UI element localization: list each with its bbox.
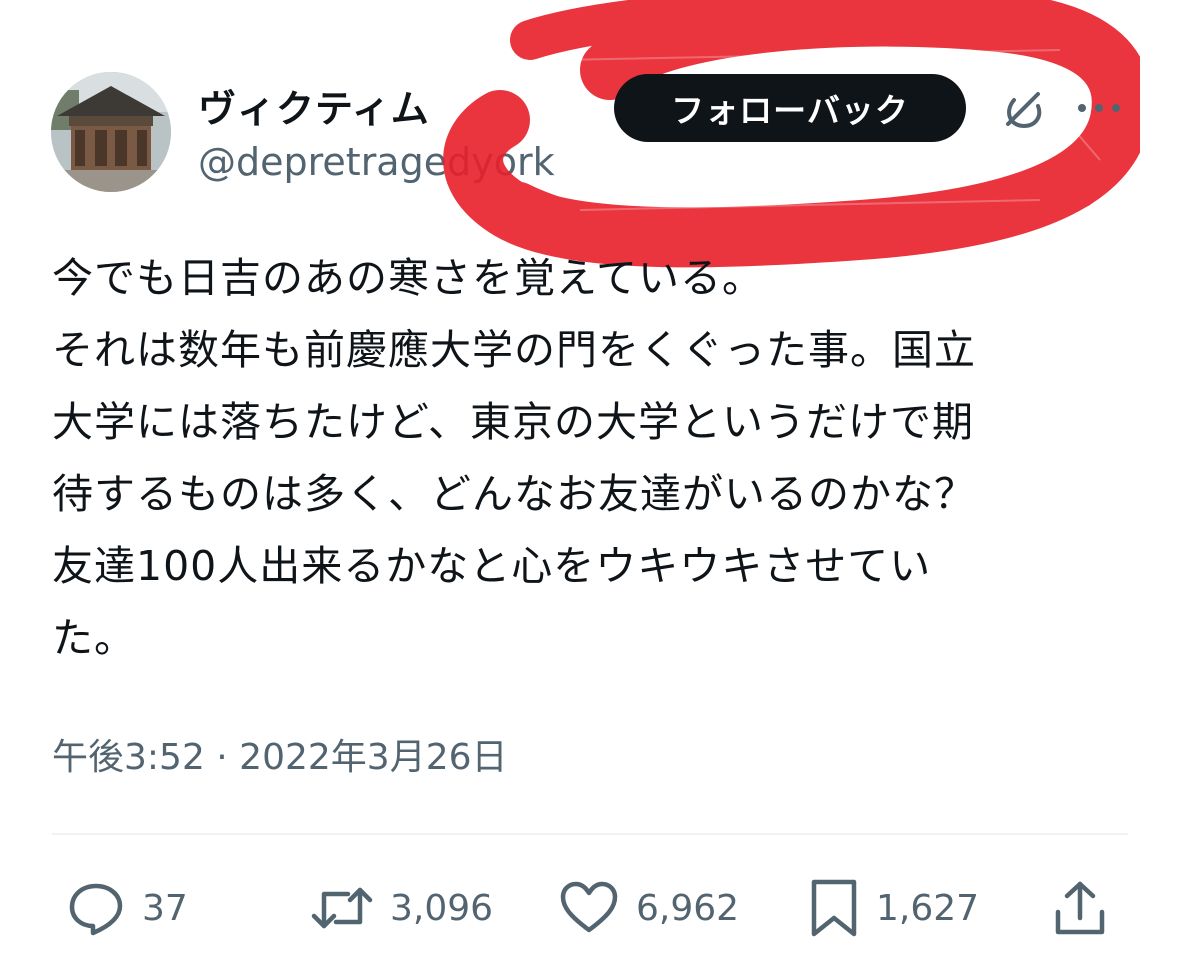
reply-count: 37 (142, 887, 188, 929)
bookmark-icon (811, 879, 857, 937)
avatar[interactable] (51, 72, 171, 192)
tweet-line: 今でも日吉のあの寒さを覚えている。 (52, 254, 764, 302)
tweet-line: た。 (52, 614, 136, 662)
like-button[interactable]: 6,962 (558, 878, 739, 938)
divider (52, 833, 1128, 835)
retweet-icon (311, 887, 373, 929)
tweet-line: 友達100人出来るかなと心をウキウキさせてい (52, 542, 932, 590)
tweet-text: 今でも日吉のあの寒さを覚えている。 それは数年も前慶應大学の門をくぐった事。国立… (52, 242, 1142, 674)
tweet-timestamp[interactable]: 午後3:52 · 2022年3月26日 (52, 728, 508, 780)
shrine-photo (51, 72, 171, 192)
heart-icon (560, 881, 618, 933)
follow-back-button[interactable]: フォローバック (614, 74, 966, 142)
bookmark-count: 1,627 (876, 887, 980, 929)
like-count: 6,962 (636, 887, 740, 929)
share-button[interactable] (1052, 878, 1108, 938)
reply-button[interactable]: 37 (66, 878, 188, 938)
share-icon (1055, 881, 1105, 935)
tweet-line: 大学には落ちたけど、東京の大学というだけで期 (52, 398, 974, 446)
more-options-icon[interactable] (1074, 96, 1124, 120)
bookmark-button[interactable]: 1,627 (808, 878, 979, 938)
display-name[interactable]: ヴィクティム (198, 78, 430, 133)
retweet-count: 3,096 (390, 887, 494, 929)
reply-icon (69, 883, 123, 936)
tweet-line: 待するものは多く、どんなお友達がいるのかな？ (52, 470, 976, 518)
retweet-button[interactable]: 3,096 (310, 878, 493, 938)
tweet-line: それは数年も前慶應大学の門をくぐった事。国立 (52, 326, 976, 374)
user-handle[interactable]: @depretragedyork (198, 140, 555, 184)
grok-icon[interactable] (1000, 86, 1048, 134)
